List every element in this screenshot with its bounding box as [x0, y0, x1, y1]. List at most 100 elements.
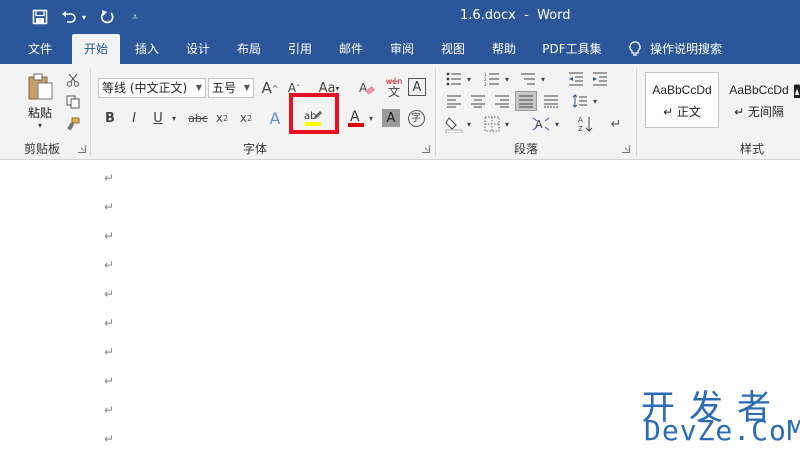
tab-design[interactable]: 设计: [177, 34, 219, 64]
customize-qat-icon[interactable]: ⩡: [128, 7, 142, 27]
window-title: 1.6.docx - Word: [460, 8, 571, 23]
show-formatting-marks-icon[interactable]: ↵: [606, 114, 626, 134]
decrease-indent-icon[interactable]: [566, 70, 586, 88]
paragraph-mark: ↵: [104, 171, 115, 185]
clear-formatting-icon[interactable]: A: [356, 78, 378, 98]
undo-icon[interactable]: [60, 7, 78, 27]
align-center-icon[interactable]: [468, 92, 488, 110]
tab-layout[interactable]: 布局: [228, 34, 270, 64]
paragraph-mark: ↵: [104, 200, 115, 214]
paste-icon[interactable]: [24, 72, 58, 102]
font-color-dropdown-icon[interactable]: ▾: [366, 108, 376, 128]
numbering-dropdown-icon[interactable]: ▾: [502, 70, 512, 88]
underline-icon[interactable]: U: [148, 108, 168, 128]
tab-help[interactable]: 帮助: [483, 34, 525, 64]
paste-label[interactable]: 粘贴: [22, 104, 58, 120]
numbering-icon[interactable]: 123: [482, 70, 502, 88]
paste-dropdown-icon[interactable]: ▾: [34, 120, 46, 130]
paragraph-mark: ↵: [104, 345, 115, 359]
svg-text:A: A: [350, 109, 360, 125]
paragraph-mark: ↵: [104, 229, 115, 243]
underline-dropdown-icon[interactable]: ▾: [168, 108, 180, 128]
style-heading-preview[interactable]: A: [794, 82, 800, 106]
highlight-annotation-box: [289, 93, 339, 134]
borders-icon[interactable]: [482, 114, 502, 134]
font-color-icon[interactable]: A: [346, 108, 366, 128]
enclose-characters-icon[interactable]: 字: [406, 108, 426, 128]
increase-indent-icon[interactable]: [590, 70, 610, 88]
font-size-select[interactable]: 五号 ▼: [208, 78, 254, 98]
chinese-layout-icon[interactable]: A: [530, 114, 552, 134]
borders-dropdown-icon[interactable]: ▾: [502, 114, 512, 134]
tab-insert[interactable]: 插入: [126, 34, 168, 64]
justify-icon[interactable]: [515, 91, 537, 111]
sort-icon[interactable]: AZ: [576, 114, 596, 134]
shading-icon[interactable]: [444, 114, 464, 134]
group-separator: [636, 68, 637, 156]
tab-references[interactable]: 引用: [279, 34, 321, 64]
distributed-icon[interactable]: [541, 92, 561, 110]
group-separator: [90, 68, 91, 156]
style-no-spacing-sample: AaBbCcDd: [729, 83, 789, 97]
chinese-layout-dropdown-icon[interactable]: ▾: [552, 114, 562, 134]
phonetic-bottom: 文: [387, 85, 400, 99]
clipboard-group-label: 剪贴板: [24, 142, 61, 156]
superscript-icon[interactable]: x2: [236, 108, 256, 128]
shading-dropdown-icon[interactable]: ▾: [464, 114, 474, 134]
font-size-value: 五号: [212, 81, 237, 95]
multilevel-dropdown-icon[interactable]: ▾: [538, 70, 548, 88]
line-spacing-dropdown-icon[interactable]: ▾: [590, 92, 600, 110]
font-name-value: 等线 (中文正文): [102, 81, 188, 95]
lightbulb-icon: [629, 41, 641, 56]
multilevel-list-icon[interactable]: [518, 70, 538, 88]
phonetic-guide-icon[interactable]: wén 文: [382, 76, 406, 100]
paragraph-mark: ↵: [104, 374, 115, 388]
strikethrough-icon[interactable]: abc: [186, 108, 210, 128]
undo-dropdown-icon[interactable]: ▾: [79, 7, 89, 27]
font-name-select[interactable]: 等线 (中文正文) ▼: [98, 78, 206, 98]
align-left-icon[interactable]: [444, 92, 464, 110]
clipboard-launcher-icon[interactable]: [78, 145, 86, 153]
styles-group-label: 样式: [740, 142, 765, 156]
cut-icon[interactable]: [64, 72, 82, 88]
bullets-icon[interactable]: [444, 70, 464, 88]
save-icon[interactable]: [30, 7, 50, 27]
tab-home[interactable]: 开始: [72, 34, 120, 64]
font-group-label: 字体: [243, 142, 268, 156]
tab-review[interactable]: 审阅: [381, 34, 423, 64]
format-painter-icon[interactable]: [64, 116, 82, 132]
copy-icon[interactable]: [64, 94, 82, 110]
paragraph-group-label: 段落: [514, 142, 539, 156]
paragraph-mark: ↵: [104, 287, 115, 301]
style-normal-sample: AaBbCcDd: [652, 83, 712, 97]
svg-text:A: A: [359, 81, 368, 95]
align-right-icon[interactable]: [492, 92, 512, 110]
tab-file[interactable]: 文件: [18, 34, 62, 64]
ribbon: 粘贴 ▾ 剪贴板 等线 (中文正文) ▼ 五号 ▼ A ^ Aˇ Aa ▾ A w…: [0, 64, 800, 160]
redo-icon[interactable]: [98, 7, 116, 27]
watermark-en: DevZe.CoM: [644, 414, 800, 447]
ribbon-tabs: 文件 开始 插入 设计 布局 引用 邮件 审阅 视图 帮助 PDF工具集 操作说…: [0, 34, 800, 64]
style-normal[interactable]: AaBbCcDd ↵ 正文: [645, 72, 719, 128]
bullets-dropdown-icon[interactable]: ▾: [464, 70, 474, 88]
tab-mailings[interactable]: 邮件: [330, 34, 372, 64]
character-shading-icon[interactable]: A: [382, 109, 400, 127]
font-launcher-icon[interactable]: [422, 145, 430, 153]
bold-icon[interactable]: B: [100, 108, 120, 128]
paragraph-launcher-icon[interactable]: [622, 145, 630, 153]
tab-pdf-tools[interactable]: PDF工具集: [536, 34, 608, 64]
style-no-spacing[interactable]: AaBbCcDd ↵ 无间隔: [722, 72, 796, 128]
paragraph-mark: ↵: [104, 316, 115, 330]
character-border-icon[interactable]: A: [408, 78, 426, 96]
svg-text:3: 3: [484, 82, 487, 86]
grow-font-icon[interactable]: A ^: [260, 78, 280, 98]
paragraph-mark: ↵: [104, 403, 115, 417]
subscript-icon[interactable]: x2: [212, 108, 232, 128]
text-effects-icon[interactable]: A: [264, 108, 286, 128]
line-spacing-icon[interactable]: [570, 92, 590, 110]
tell-me-search[interactable]: 操作说明搜索: [650, 34, 740, 64]
tab-view[interactable]: 视图: [432, 34, 474, 64]
style-no-spacing-name: ↵ 无间隔: [734, 105, 784, 119]
chevron-down-icon: ▼: [243, 83, 250, 92]
italic-icon[interactable]: I: [124, 108, 144, 128]
